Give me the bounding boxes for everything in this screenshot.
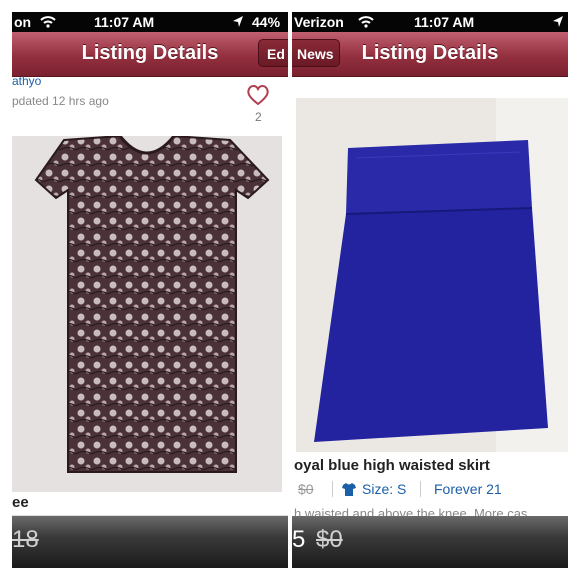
location-arrow-icon bbox=[553, 16, 563, 27]
nav-title: Listing Details bbox=[81, 42, 219, 64]
price-label: 18 bbox=[12, 526, 39, 553]
listing-title: oyal blue high waisted skirt bbox=[294, 457, 490, 474]
battery-percent: 44% bbox=[252, 14, 281, 30]
listing-title-fragment: ee bbox=[12, 494, 29, 511]
right-listing-screen: Verizon 11:07 AM News Listing Details oy… bbox=[292, 12, 568, 568]
clock: 11:07 AM bbox=[414, 14, 475, 30]
like-count: 2 bbox=[255, 110, 262, 124]
edit-button[interactable]: Ed bbox=[258, 39, 288, 67]
nav-bar: News Listing Details bbox=[292, 32, 568, 77]
original-price: $0 bbox=[298, 481, 314, 497]
clock: 11:07 AM bbox=[94, 14, 155, 30]
carrier-label: on bbox=[14, 14, 32, 30]
status-bar: on 11:07 AM 44% bbox=[12, 12, 288, 32]
nav-bar: Listing Details Ed bbox=[12, 32, 288, 77]
carrier-label: Verizon bbox=[294, 14, 344, 30]
left-listing-screen: on 11:07 AM 44% Listing Details Ed athyo… bbox=[12, 12, 288, 568]
shirt-icon bbox=[342, 483, 356, 496]
price-bar: 18 bbox=[12, 516, 288, 568]
listing-photo bbox=[296, 98, 568, 452]
wifi-icon bbox=[40, 16, 56, 28]
brand-link[interactable]: Forever 21 bbox=[434, 481, 502, 497]
price-label: 5 bbox=[292, 526, 306, 553]
status-bar: Verizon 11:07 AM bbox=[292, 12, 568, 32]
lace-top-image bbox=[34, 136, 270, 473]
like-heart-icon[interactable] bbox=[246, 84, 270, 106]
meta-divider bbox=[332, 481, 333, 497]
meta-divider bbox=[420, 481, 421, 497]
price-bar: 5 $0 bbox=[292, 516, 568, 568]
size-link[interactable]: Size: S bbox=[362, 481, 406, 497]
listing-photo bbox=[12, 136, 282, 492]
seller-name[interactable]: athyo bbox=[12, 74, 41, 88]
original-price-label: $0 bbox=[316, 526, 343, 553]
wifi-icon bbox=[358, 16, 374, 28]
updated-time: pdated 12 hrs ago bbox=[12, 94, 109, 108]
nav-title: Listing Details bbox=[361, 42, 499, 64]
blue-skirt-image bbox=[296, 98, 568, 452]
location-arrow-icon bbox=[233, 16, 243, 27]
